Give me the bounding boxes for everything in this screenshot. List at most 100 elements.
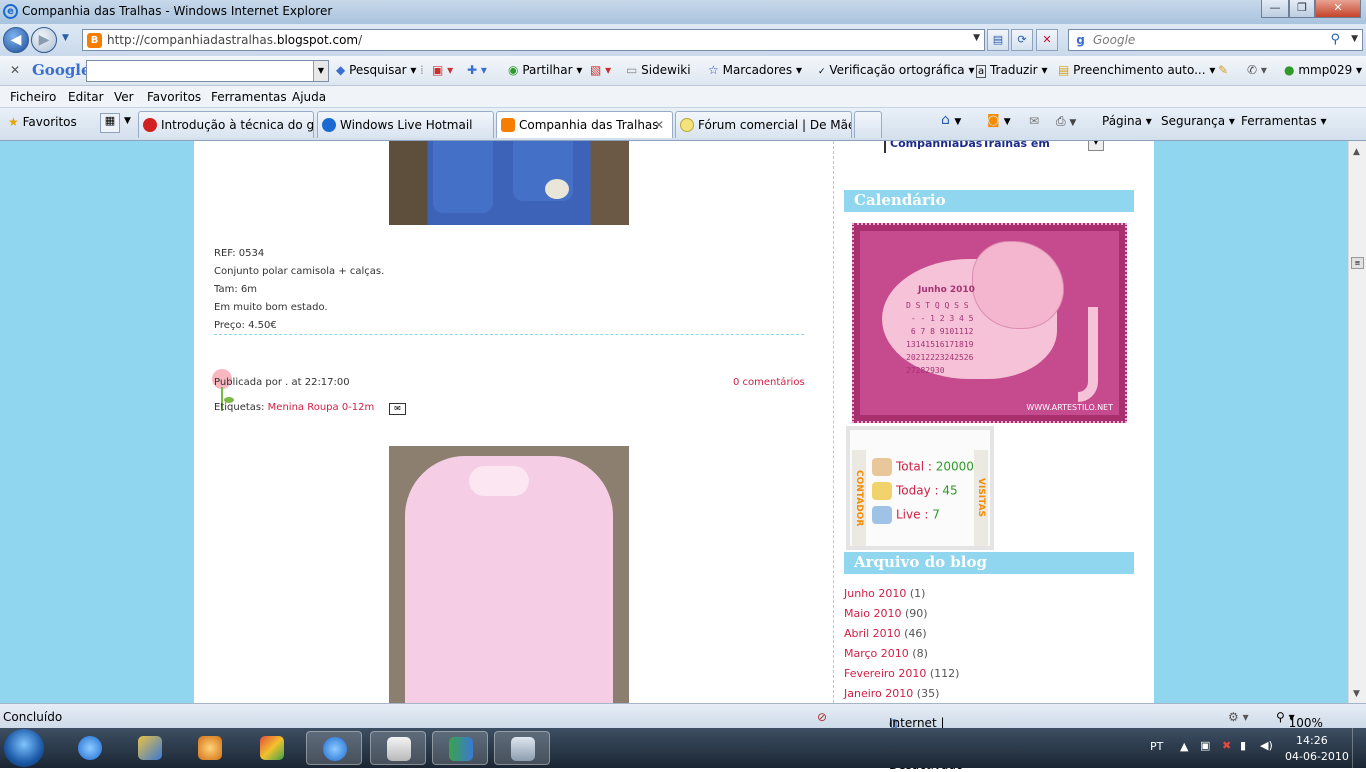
- email-post-icon[interactable]: ✉: [389, 403, 406, 415]
- zoom-control[interactable]: ⚲ 100% ▾: [1276, 710, 1323, 730]
- tab-companhia-das-tralhas[interactable]: Companhia das Tralhas ✕: [496, 111, 673, 138]
- post-photo-blue-pants[interactable]: [389, 141, 629, 225]
- menu-ficheiro[interactable]: Ficheiro: [10, 90, 56, 104]
- toolbar-close-icon[interactable]: ✕: [10, 63, 20, 77]
- chevron-down-icon[interactable]: ▼: [313, 61, 328, 81]
- toolbar-verificacao[interactable]: ✓ Verificação ortográfica ▾: [818, 63, 975, 77]
- archive-item[interactable]: Maio 2010 (90): [844, 607, 928, 620]
- sidebar: CompanhiaDasTralhas em ▼ Calendário Junh…: [844, 141, 1144, 703]
- visit-counter[interactable]: CONTADOR VISITAS Total : 20000 Today : 4…: [846, 426, 994, 550]
- tray-alert-icon[interactable]: ✖: [1222, 739, 1231, 752]
- language-indicator[interactable]: PT: [1150, 740, 1163, 753]
- highlighter-icon[interactable]: ✎: [1218, 63, 1228, 77]
- translate-page-icon[interactable]: ▧ ▾: [590, 63, 611, 77]
- taskbar-documents[interactable]: [370, 731, 426, 765]
- menu-ajuda[interactable]: Ajuda: [292, 90, 326, 104]
- taskbar-ie[interactable]: [62, 731, 118, 765]
- compatibility-icon[interactable]: ▤: [987, 29, 1009, 51]
- volume-icon[interactable]: ◀): [1260, 739, 1273, 752]
- scroll-down-icon[interactable]: ▼: [1353, 689, 1360, 699]
- tab-forum-comercial[interactable]: Fórum comercial | De Mãe...: [675, 111, 852, 138]
- clock-time[interactable]: 14:26: [1296, 734, 1328, 747]
- archive-item[interactable]: Janeiro 2010 (35): [844, 687, 939, 700]
- label-link[interactable]: Menina Roupa 0-12m: [268, 402, 375, 413]
- clock-date[interactable]: 04-06-2010: [1285, 750, 1349, 763]
- history-dropdown-icon[interactable]: ▼: [62, 33, 69, 43]
- quick-tabs-icon[interactable]: ▦: [100, 113, 120, 133]
- bear-patch: [545, 179, 569, 199]
- archive-item[interactable]: Fevereiro 2010 (112): [844, 667, 959, 680]
- tab-list-dropdown-icon[interactable]: ▼: [124, 116, 131, 126]
- pants-leg: [433, 141, 493, 213]
- tray-power-icon[interactable]: ▮: [1240, 739, 1246, 752]
- stop-icon[interactable]: ✕: [1036, 29, 1058, 51]
- forward-button[interactable]: ▶: [31, 27, 57, 53]
- google-toolbar-search-input[interactable]: ▼: [86, 60, 329, 82]
- address-dropdown-icon[interactable]: ▼: [973, 33, 980, 43]
- tab-hotmail[interactable]: Windows Live Hotmail: [317, 111, 494, 138]
- calendar-month: Junho 2010: [918, 285, 975, 295]
- menu-ferramentas[interactable]: Ferramentas: [211, 90, 287, 104]
- show-desktop-button[interactable]: [1352, 728, 1366, 768]
- calendar-widget[interactable]: Junho 2010 D S T Q Q S S - - 1 2 3 4 5 6…: [852, 223, 1127, 423]
- toolbar-preenchimento[interactable]: ▤ Preenchimento auto... ▾: [1058, 63, 1215, 77]
- search-input[interactable]: g Google ⚲ ▼: [1068, 29, 1363, 51]
- mail-icon[interactable]: ✉: [1029, 114, 1039, 128]
- search-icon[interactable]: ⚲: [1330, 32, 1340, 47]
- maximize-button[interactable]: ❐: [1289, 0, 1315, 18]
- scroll-thumb[interactable]: ≡: [1351, 257, 1364, 269]
- address-input[interactable]: B http://companhiadastralhas.blogspot.co…: [82, 29, 985, 51]
- menu-ver[interactable]: Ver: [114, 90, 134, 104]
- dropdown-icon[interactable]: ▼: [1088, 141, 1104, 151]
- toolbar-traduzir[interactable]: a Traduzir ▾: [976, 63, 1047, 78]
- home-icon[interactable]: ⌂ ▼: [941, 112, 961, 128]
- post-comments-link[interactable]: 0 comentários: [733, 377, 805, 388]
- privacy-icon[interactable]: ⊘: [817, 710, 827, 724]
- tab-close-icon[interactable]: ✕: [654, 118, 664, 132]
- post-photo-pink-dress[interactable]: [389, 446, 629, 703]
- counter-vertical-right: VISITAS: [974, 450, 988, 546]
- print-icon[interactable]: ⎙ ▼: [1056, 114, 1076, 129]
- taskbar-windows-live[interactable]: [244, 731, 300, 765]
- start-button[interactable]: [4, 729, 44, 767]
- back-button[interactable]: ◀: [3, 27, 29, 53]
- minimize-button[interactable]: —: [1261, 0, 1289, 18]
- taskbar-media-player[interactable]: [182, 731, 238, 765]
- menu-favoritos[interactable]: Favoritos: [147, 90, 201, 104]
- taskbar-messenger[interactable]: [432, 731, 488, 765]
- close-button[interactable]: ✕: [1315, 0, 1361, 18]
- google-logo[interactable]: Google: [32, 61, 91, 79]
- tray-expand-icon[interactable]: ▲: [1180, 740, 1188, 753]
- toolbar-partilhar[interactable]: ◉ Partilhar ▾: [508, 63, 582, 77]
- menu-editar[interactable]: Editar: [68, 90, 104, 104]
- chat-users-icon: [872, 482, 892, 500]
- toolbar-account[interactable]: ● mmp029 ▾: [1284, 63, 1362, 77]
- popup-blocker-icon[interactable]: ▣ ▾: [432, 63, 453, 77]
- status-text: Concluído: [3, 710, 63, 724]
- archive-item[interactable]: Abril 2010 (46): [844, 627, 927, 640]
- taskbar-paint[interactable]: [122, 731, 178, 765]
- zone-settings-icon[interactable]: ⚙ ▾: [1228, 710, 1249, 724]
- scroll-up-icon[interactable]: ▲: [1353, 147, 1360, 157]
- archive-item[interactable]: Março 2010 (8): [844, 647, 928, 660]
- plus-icon[interactable]: ✚ ▾: [467, 63, 487, 77]
- search-dropdown-icon[interactable]: ▼: [1351, 34, 1358, 44]
- security-menu[interactable]: Segurança ▾: [1161, 114, 1235, 128]
- refresh-icon[interactable]: ⟳: [1011, 29, 1033, 51]
- page-menu[interactable]: Página ▾: [1102, 114, 1152, 128]
- toolbar-marcadores[interactable]: ☆ Marcadores ▾: [708, 63, 802, 77]
- rss-icon[interactable]: ◙ ▼: [987, 113, 1011, 128]
- tab-introducao[interactable]: Introdução à técnica do g...: [138, 111, 314, 138]
- vertical-scrollbar[interactable]: ▲ ≡ ▼: [1348, 141, 1366, 703]
- taskbar-ie-active[interactable]: [306, 731, 362, 765]
- favorites-button[interactable]: ★ Favoritos: [8, 115, 77, 129]
- toolbar-pesquisar[interactable]: ◆ Pesquisar ▾: [336, 63, 416, 77]
- tools-menu[interactable]: Ferramentas ▾: [1241, 114, 1326, 128]
- network-icon[interactable]: ▣: [1200, 739, 1210, 752]
- counter-total: Total : 20000: [872, 458, 974, 476]
- archive-item[interactable]: Junho 2010 (1): [844, 587, 925, 600]
- taskbar-calculator[interactable]: [494, 731, 550, 765]
- wrench-icon[interactable]: ✆ ▾: [1247, 63, 1267, 77]
- toolbar-sidewiki[interactable]: ▭ Sidewiki: [626, 63, 691, 77]
- new-tab-button[interactable]: [854, 111, 882, 138]
